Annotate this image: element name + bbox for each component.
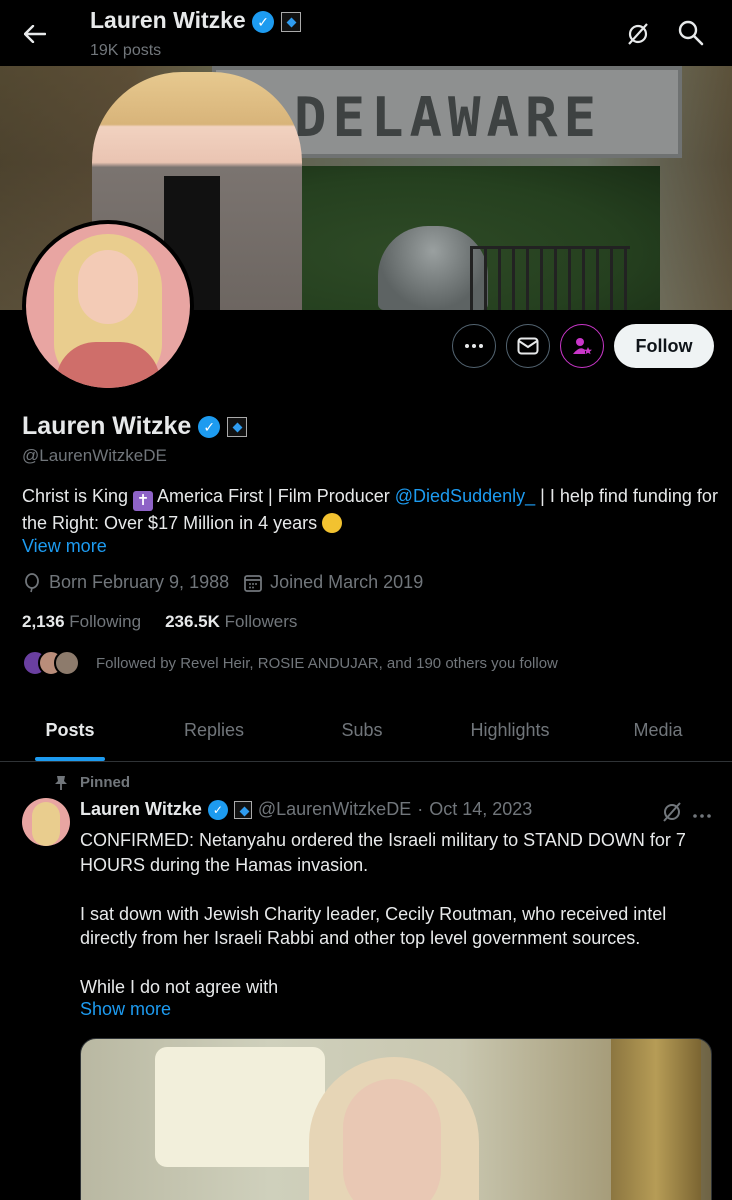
- tab-subs[interactable]: Subs: [288, 700, 436, 761]
- media-picture-frame: [611, 1039, 701, 1200]
- avatar-image: [26, 224, 190, 388]
- grok-icon[interactable]: [624, 20, 652, 48]
- verified-icon[interactable]: ✓: [198, 416, 221, 439]
- view-more-link[interactable]: View more: [22, 536, 107, 557]
- back-arrow-icon[interactable]: [18, 18, 52, 50]
- profile-bio: Christ is King ✝ America First | Film Pr…: [22, 484, 722, 536]
- banner-railing: [470, 246, 630, 310]
- born-text: Born February 9, 1988: [49, 572, 230, 592]
- affiliation-badge-icon: [233, 800, 252, 819]
- post-author-name[interactable]: Lauren Witzke: [80, 799, 202, 820]
- profile-tabs: Posts Replies Subs Highlights Media: [0, 700, 732, 762]
- followers-count: 236.5K: [165, 612, 220, 631]
- pinned-indicator: Pinned: [54, 774, 130, 791]
- message-button[interactable]: [506, 324, 550, 368]
- header-display-name: Lauren Witzke ✓: [90, 7, 301, 34]
- bio-text-1: Christ is King: [22, 486, 134, 506]
- profile-name-text: Lauren Witzke: [22, 412, 192, 440]
- show-more-link[interactable]: Show more: [80, 999, 171, 1020]
- following-count: 2,136: [22, 612, 65, 631]
- verified-icon: ✓: [252, 10, 275, 33]
- follow-counts: 2,136 Following 236.5K Followers: [22, 612, 297, 632]
- followers-link[interactable]: 236.5K Followers: [165, 612, 297, 632]
- calendar-icon: [244, 574, 263, 592]
- avatar-face: [78, 250, 138, 324]
- followed-by-text: Followed by Revel Heir, ROSIE ANDUJAR, a…: [96, 654, 558, 672]
- post-more-icon[interactable]: [692, 806, 712, 818]
- profile-handle: @LaurenWitzkeDE: [22, 446, 167, 465]
- tab-media[interactable]: Media: [584, 700, 732, 761]
- post-author-avatar[interactable]: [22, 798, 70, 846]
- affiliation-badge-icon[interactable]: [227, 417, 248, 438]
- pinned-label: Pinned: [80, 774, 131, 791]
- bio-text-2: America First | Film Producer: [153, 486, 395, 506]
- post-media-video[interactable]: [80, 1038, 712, 1200]
- profile-display-name: Lauren Witzke ✓: [22, 412, 248, 441]
- follow-button[interactable]: Follow: [614, 324, 714, 368]
- joined-text: Joined March 2019: [270, 572, 424, 592]
- subscribe-button[interactable]: [560, 324, 604, 368]
- following-link[interactable]: 2,136 Following: [22, 612, 141, 632]
- joined-item: Joined March 2019: [243, 572, 423, 593]
- more-icon: [465, 344, 483, 348]
- cross-emoji-icon: ✝: [133, 491, 154, 511]
- media-person-face: [343, 1079, 441, 1200]
- post-date[interactable]: Oct 14, 2023: [429, 799, 532, 820]
- followed-by-avatars: [22, 650, 80, 676]
- mini-avatar: [54, 650, 80, 676]
- following-label: Following: [69, 612, 142, 631]
- more-options-button[interactable]: [452, 324, 496, 368]
- post-paragraph: I sat down with Jewish Charity leader, C…: [80, 903, 667, 949]
- affiliation-badge-icon: [280, 11, 301, 32]
- followed-by[interactable]: Followed by Revel Heir, ROSIE ANDUJAR, a…: [22, 648, 558, 678]
- followers-label: Followers: [224, 612, 298, 631]
- post-body: CONFIRMED: Netanyahu ordered the Israeli…: [80, 828, 720, 1024]
- post-avatar-hair: [32, 802, 60, 846]
- message-icon: [517, 337, 539, 355]
- pin-icon: [55, 775, 67, 790]
- post-separator: ·: [417, 799, 424, 819]
- profile-meta: Born February 9, 1988 Joined March 2019: [22, 572, 423, 593]
- birthday-item: Born February 9, 1988: [22, 572, 229, 593]
- header-name-text: Lauren Witzke: [90, 7, 246, 33]
- post-paragraph: While I do not agree with: [80, 977, 279, 997]
- search-icon[interactable]: [676, 18, 706, 48]
- media-lamp: [155, 1047, 325, 1167]
- post-paragraph: CONFIRMED: Netanyahu ordered the Israeli…: [80, 830, 686, 875]
- bio-mention-link[interactable]: @DiedSuddenly_: [395, 486, 535, 506]
- saluting-face-emoji-icon: [322, 513, 343, 533]
- post-author-handle[interactable]: @LaurenWitzkeDE: [258, 799, 411, 820]
- subscribe-icon: [573, 338, 592, 355]
- tab-highlights[interactable]: Highlights: [436, 700, 584, 761]
- balloon-icon: [25, 572, 39, 592]
- verified-icon: ✓: [207, 799, 228, 820]
- grok-icon[interactable]: [660, 800, 684, 824]
- post-header: Lauren Witzke ✓ @LaurenWitzkeDE · Oct 14…: [80, 799, 532, 820]
- header-post-count: 19K posts: [90, 42, 162, 59]
- tab-replies[interactable]: Replies: [140, 700, 288, 761]
- tab-posts[interactable]: Posts: [0, 700, 140, 761]
- profile-avatar[interactable]: [22, 220, 194, 392]
